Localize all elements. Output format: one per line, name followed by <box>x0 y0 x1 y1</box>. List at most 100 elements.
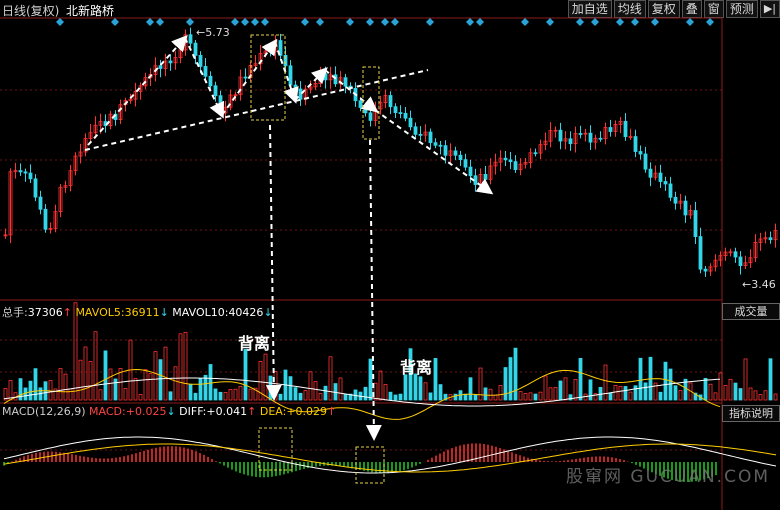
volume-bar <box>123 387 128 401</box>
candle-body <box>768 237 773 241</box>
candle-body <box>418 133 423 136</box>
volume-bar <box>208 364 213 401</box>
volume-bar <box>523 393 528 401</box>
diamond-icon <box>381 18 389 26</box>
volume-button[interactable]: 成交量 <box>722 303 780 320</box>
candle-body <box>428 131 433 144</box>
diamond-icon <box>706 18 714 26</box>
volume-bar <box>628 391 633 401</box>
candle-body <box>703 268 708 272</box>
diamond-icon <box>476 18 484 26</box>
candle-body <box>193 42 198 56</box>
volume-bar <box>703 377 708 401</box>
candle-body <box>598 137 603 140</box>
candle-body <box>608 127 613 132</box>
diamond-icon <box>56 18 64 26</box>
volume-bar <box>163 346 168 401</box>
candle-body <box>323 73 328 81</box>
volume-bar <box>378 370 383 401</box>
candle-body <box>648 168 653 178</box>
chart-grid <box>0 17 723 510</box>
diamond-icon <box>366 18 374 26</box>
diamond-icon <box>346 18 354 26</box>
volume-bar <box>218 391 223 401</box>
volume-bar <box>203 374 208 401</box>
volume-bar <box>98 389 103 401</box>
diamond-icon <box>426 18 434 26</box>
volume-bar <box>293 387 298 401</box>
volume-bar <box>78 359 83 401</box>
volume-bar <box>488 388 493 401</box>
candle-body <box>43 208 48 230</box>
candle-body <box>368 112 373 121</box>
volume-bar <box>473 394 478 401</box>
candle-body <box>638 151 643 155</box>
diamond-icon <box>576 18 584 26</box>
volume-bar <box>188 384 193 401</box>
volume-bar <box>608 392 613 401</box>
volume-bar <box>228 389 233 401</box>
diamond-icon <box>241 18 249 26</box>
volume-bar <box>103 350 108 401</box>
volume-bar <box>193 392 198 401</box>
volume-bar <box>243 349 248 401</box>
volume-bar <box>373 382 378 401</box>
trend-arrow <box>374 109 494 195</box>
indicator-help-button[interactable]: 指标说明 <box>722 405 780 422</box>
volume-bar <box>403 374 408 401</box>
candle-body <box>213 85 218 97</box>
volume-bar <box>418 376 423 401</box>
volume-bar <box>363 386 368 401</box>
volume-bar <box>483 387 488 401</box>
volume-bar <box>198 378 203 401</box>
volume-bar <box>213 388 218 401</box>
candle-body <box>38 196 43 210</box>
volume-bar <box>268 375 273 401</box>
candle-body <box>333 74 338 85</box>
candle-body <box>268 50 273 53</box>
volume-bar <box>708 383 713 401</box>
volume-bar <box>643 382 648 401</box>
volume-bar <box>343 394 348 401</box>
volume-bar <box>713 392 718 401</box>
volume-bar <box>758 394 763 401</box>
volume-bar <box>298 392 303 401</box>
volume-bar <box>178 333 183 401</box>
candle-body <box>388 95 393 108</box>
candle-body <box>643 153 648 170</box>
volume-bar <box>748 387 753 401</box>
volume-bar <box>433 358 438 401</box>
volume-bar <box>588 379 593 401</box>
candle-body <box>693 210 698 237</box>
volume-bar <box>143 369 148 401</box>
diamond-icon <box>261 18 269 26</box>
stock-chart[interactable] <box>0 0 780 510</box>
diamond-icon <box>391 18 399 26</box>
volume-bar <box>63 373 68 401</box>
volume-bar <box>518 391 523 401</box>
volume-bar <box>533 393 538 401</box>
volume-bar <box>93 331 98 401</box>
candle-body <box>578 133 583 135</box>
diamond-icon <box>316 18 324 26</box>
volume-bar <box>738 388 743 401</box>
diamond-icon <box>631 18 639 26</box>
candle-body <box>358 100 363 108</box>
volume-bar <box>578 357 583 401</box>
diamond-icon <box>651 18 659 26</box>
volume-bar <box>638 357 643 401</box>
diamond-icon <box>231 18 239 26</box>
volume-bar <box>388 391 393 401</box>
volume-bar <box>8 380 13 401</box>
volume-info: 总手:37306↑ MAVOL5:36911↓ MAVOL10:40426↓ <box>2 306 273 319</box>
volume-bar <box>673 385 678 401</box>
volume-bar <box>538 391 543 401</box>
volume-bar <box>138 394 143 401</box>
candle-body <box>198 55 203 67</box>
low-price-label: ←3.46 <box>742 278 776 291</box>
volume-bar <box>743 358 748 401</box>
candle-body <box>243 76 248 79</box>
divergence-label-1: 背离 <box>238 334 271 353</box>
volume-bar <box>278 393 283 401</box>
volume-bar <box>58 368 63 401</box>
